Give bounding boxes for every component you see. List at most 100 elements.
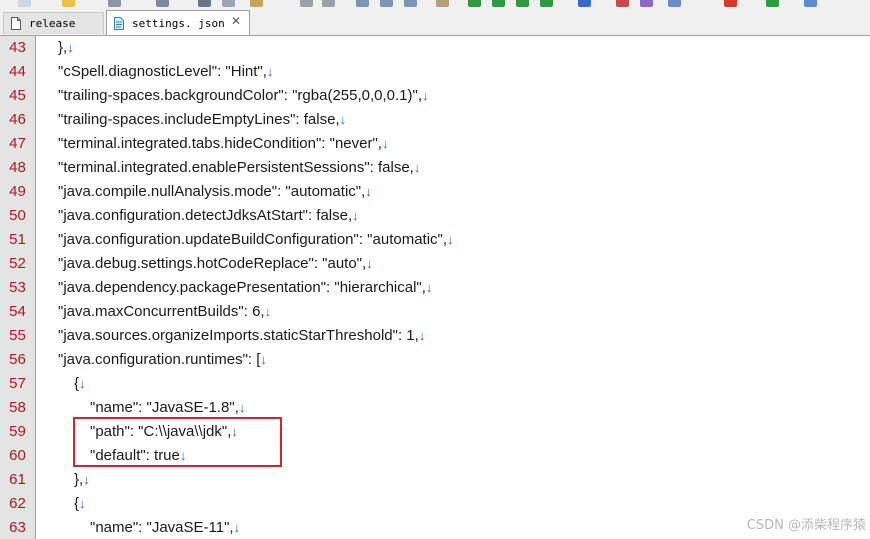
sync-vertical-icon[interactable] <box>468 0 481 7</box>
sync-horizontal-icon[interactable] <box>492 0 505 7</box>
code-text: "cSpell.diagnosticLevel": "Hint",↓ <box>58 60 273 84</box>
line-ending-icon: ↓ <box>422 88 429 103</box>
zoom-in-icon[interactable] <box>404 0 417 7</box>
document-icon <box>11 17 21 30</box>
paste-icon[interactable] <box>250 0 263 7</box>
line-ending-icon: ↓ <box>447 232 454 247</box>
code-line: 52 "java.debug.settings.hotCodeReplace": … <box>0 252 870 276</box>
code-text: "java.configuration.updateBuildConfigura… <box>58 228 454 252</box>
code-content: "trailing-spaces.backgroundColor": "rgba… <box>58 87 422 104</box>
line-number: 60 <box>9 447 26 464</box>
search-icon[interactable] <box>804 0 817 7</box>
toolbar <box>0 0 870 9</box>
record-macro-icon[interactable] <box>724 0 737 7</box>
new-file-icon[interactable] <box>18 0 31 7</box>
editor-window: release settings. json ✕ 43},↓ 44 "cSpell.… <box>0 0 870 539</box>
line-ending-icon: ↓ <box>79 376 86 391</box>
code-text: "java.configuration.detectJdksAtStart": … <box>58 204 359 228</box>
code-line: 46 "trailing-spaces.includeEmptyLines": f… <box>0 108 870 132</box>
code-text: "java.compile.nullAnalysis.mode": "autom… <box>58 180 372 204</box>
code-content: "java.configuration.updateBuildConfigura… <box>58 231 448 248</box>
code-text: "java.dependency.packagePresentation": "… <box>58 276 432 300</box>
line-ending-icon: ↓ <box>418 328 426 343</box>
line-number: 62 <box>9 495 26 512</box>
line-number: 44 <box>9 63 26 80</box>
line-number: 48 <box>9 159 26 176</box>
doc-map-icon[interactable] <box>616 0 629 7</box>
tab-label: release <box>29 17 76 30</box>
code-editor[interactable]: 43},↓ 44 "cSpell.diagnosticLevel": "Hint",… <box>0 36 870 539</box>
show-all-chars-icon[interactable] <box>540 0 553 7</box>
open-folder-icon[interactable] <box>62 0 75 7</box>
line-ending-icon: ↓ <box>260 352 267 367</box>
line-ending-icon: ↓ <box>352 208 359 223</box>
code-text: {↓ <box>74 372 86 396</box>
function-list-icon[interactable] <box>640 0 653 7</box>
code-content: }, <box>58 39 68 56</box>
code-line: 50 "java.configuration.detectJdksAtStart"… <box>0 204 870 228</box>
code-content: "java.maxConcurrentBuilds": 6, <box>58 303 265 320</box>
code-line: 51 "java.configuration.updateBuildConfigu… <box>0 228 870 252</box>
code-line: 48 "terminal.integrated.enablePersistentS… <box>0 156 870 180</box>
code-text: "terminal.integrated.enablePersistentSes… <box>58 156 420 180</box>
save-all-icon[interactable] <box>156 0 169 7</box>
indent-guide-icon[interactable] <box>578 0 591 7</box>
line-number: 46 <box>9 111 26 128</box>
code-content: }, <box>74 471 84 488</box>
code-text: "trailing-spaces.backgroundColor": "rgba… <box>58 84 429 108</box>
undo-icon[interactable] <box>300 0 313 7</box>
code-line: 45 "trailing-spaces.backgroundColor": "rg… <box>0 84 870 108</box>
code-content: "java.sources.organizeImports.staticStar… <box>58 327 419 344</box>
code-text: "trailing-spaces.includeEmptyLines": fal… <box>58 108 346 132</box>
code-line: 53 "java.dependency.packagePresentation":… <box>0 276 870 300</box>
line-ending-icon: ↓ <box>425 280 433 295</box>
line-number: 43 <box>9 39 26 56</box>
code-text: "java.maxConcurrentBuilds": 6,↓ <box>58 300 271 324</box>
code-text: "java.debug.settings.hotCodeReplace": "a… <box>58 252 373 276</box>
line-number: 61 <box>9 471 26 488</box>
line-ending-icon: ↓ <box>339 112 347 127</box>
zoom-out-icon[interactable] <box>436 0 449 7</box>
line-ending-icon: ↓ <box>413 160 421 175</box>
line-ending-icon: ↓ <box>266 64 274 79</box>
code-content: "name": "JavaSE-1.8", <box>90 399 239 416</box>
code-line: 57 {↓ <box>0 372 870 396</box>
code-line: 49 "java.compile.nullAnalysis.mode": "aut… <box>0 180 870 204</box>
word-wrap-icon[interactable] <box>516 0 529 7</box>
code-content: "terminal.integrated.enablePersistentSes… <box>58 159 414 176</box>
code-line: 44 "cSpell.diagnosticLevel": "Hint",↓ <box>0 60 870 84</box>
save-icon[interactable] <box>108 0 121 7</box>
code-text: {↓ <box>74 492 86 516</box>
line-number: 50 <box>9 207 26 224</box>
code-text: },↓ <box>74 468 90 492</box>
line-number: 63 <box>9 519 26 536</box>
code-content: "cSpell.diagnosticLevel": "Hint", <box>58 63 267 80</box>
line-ending-icon: ↓ <box>381 136 389 151</box>
copy-icon[interactable] <box>222 0 235 7</box>
redo-icon[interactable] <box>322 0 335 7</box>
tab-settings-json[interactable]: settings. json ✕ <box>106 10 250 35</box>
line-number: 57 <box>9 375 26 392</box>
code-content: "java.dependency.packagePresentation": "… <box>58 279 426 296</box>
code-content: "java.configuration.detectJdksAtStart": … <box>58 207 353 224</box>
code-line: 47 "terminal.integrated.tabs.hideConditio… <box>0 132 870 156</box>
folder-workspace-icon[interactable] <box>668 0 681 7</box>
tab-release[interactable]: release <box>3 12 104 34</box>
line-number: 56 <box>9 351 26 368</box>
line-ending-icon: ↓ <box>365 184 372 199</box>
line-ending-icon: ↓ <box>233 520 241 535</box>
play-macro-icon[interactable] <box>766 0 779 7</box>
line-number: 53 <box>9 279 26 296</box>
line-ending-icon: ↓ <box>366 256 373 271</box>
line-ending-icon: ↓ <box>238 400 246 415</box>
code-line: 55 "java.sources.organizeImports.staticSt… <box>0 324 870 348</box>
line-number: 59 <box>9 423 26 440</box>
highlight-box <box>73 417 282 467</box>
find-icon[interactable] <box>356 0 369 7</box>
line-number: 54 <box>9 303 26 320</box>
code-text: "terminal.integrated.tabs.hideCondition"… <box>58 132 388 156</box>
close-icon[interactable]: ✕ <box>231 14 241 28</box>
cut-icon[interactable] <box>198 0 211 7</box>
replace-icon[interactable] <box>380 0 393 7</box>
line-number: 45 <box>9 87 26 104</box>
